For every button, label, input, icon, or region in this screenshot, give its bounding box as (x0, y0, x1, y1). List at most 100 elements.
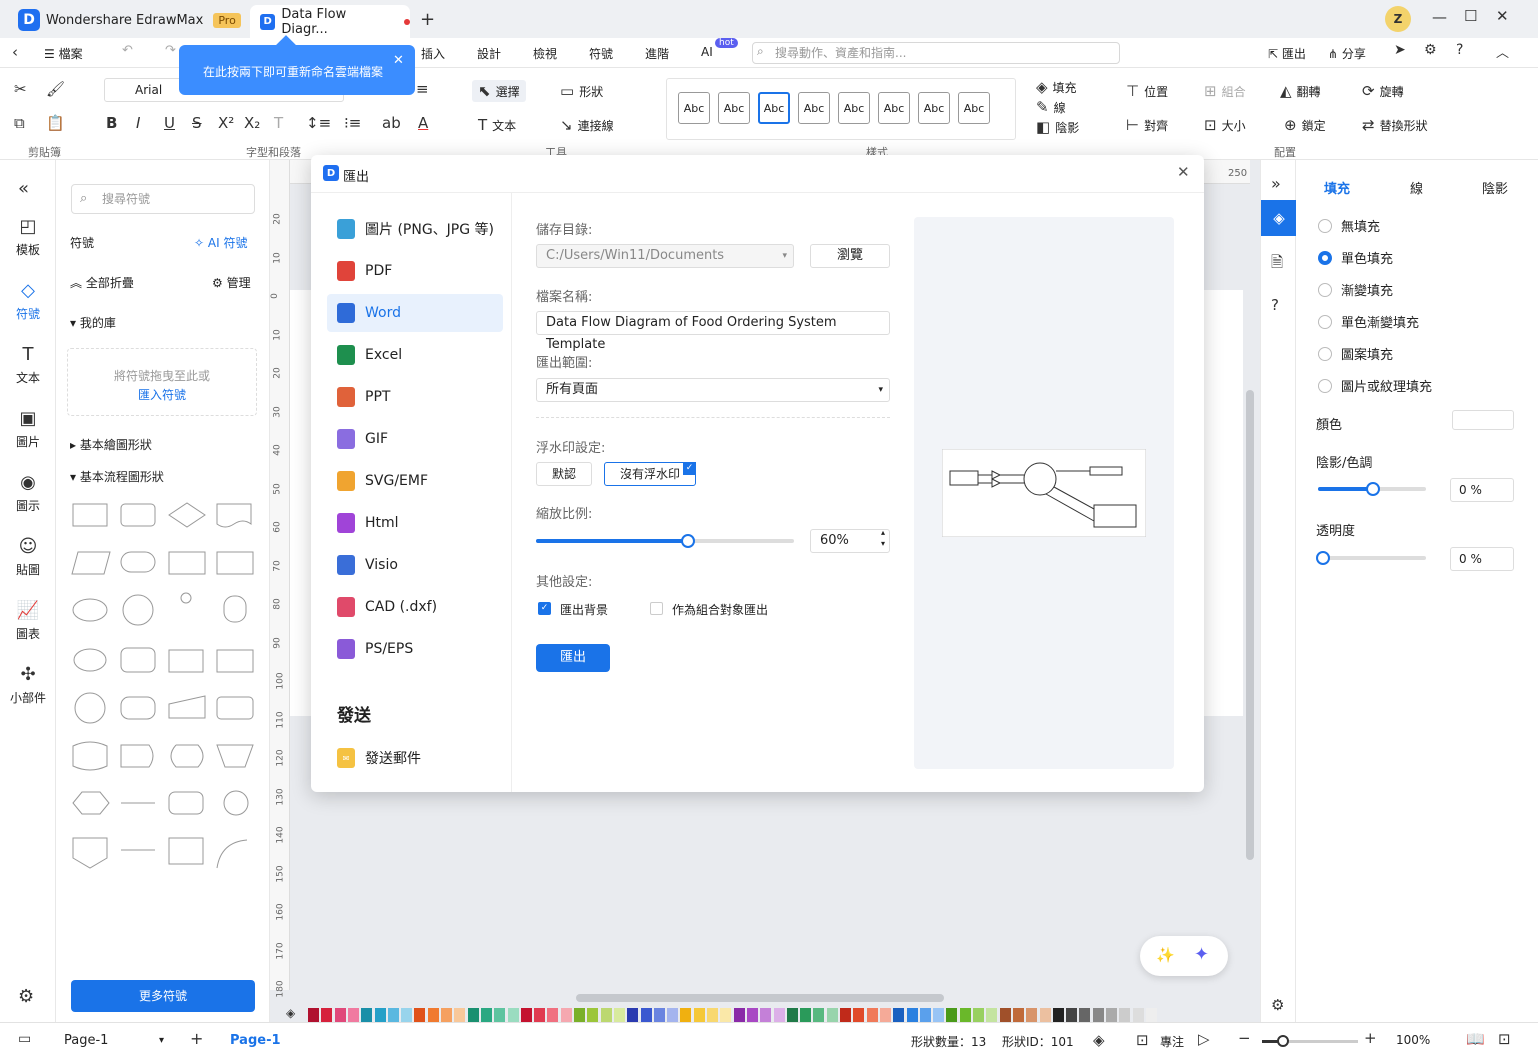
palette-swatch[interactable] (1106, 1008, 1117, 1022)
symbol-search-input[interactable]: 搜尋符號 (71, 184, 255, 214)
palette-swatch[interactable] (853, 1008, 865, 1022)
redo-icon[interactable]: ↷ (165, 43, 176, 58)
fill-option-radio[interactable] (1318, 219, 1332, 233)
tab-line[interactable]: 線 (1410, 178, 1423, 197)
transparency-slider-track[interactable] (1318, 556, 1426, 560)
style-swatch[interactable]: Abc (838, 92, 870, 124)
export-button[interactable]: 匯出 (536, 644, 610, 672)
format-item[interactable]: PPT (327, 378, 503, 416)
fill-option-label[interactable]: 漸變填充 (1341, 280, 1393, 299)
style-swatch[interactable]: Abc (718, 92, 750, 124)
palette-swatch[interactable] (347, 1008, 359, 1022)
fill-option-radio[interactable] (1318, 347, 1332, 361)
palette-swatch[interactable] (401, 1008, 413, 1022)
palette-swatch[interactable] (574, 1008, 585, 1022)
format-item[interactable]: SVG/EMF (327, 462, 503, 500)
palette-swatch[interactable] (786, 1008, 798, 1022)
superscript-icon[interactable]: X² (218, 114, 234, 132)
maximize-icon[interactable]: ☐ (1464, 7, 1477, 25)
palette-swatch[interactable] (454, 1008, 466, 1022)
palette-swatch[interactable] (600, 1008, 612, 1022)
format-item[interactable]: Excel (327, 336, 503, 374)
text-style-icon[interactable]: ab (382, 114, 401, 132)
format-item[interactable]: CAD (.dxf) (327, 588, 503, 626)
fit-page-icon[interactable]: ⊡ (1498, 1030, 1511, 1048)
close-window-icon[interactable]: ✕ (1496, 7, 1509, 25)
palette-swatch[interactable] (627, 1008, 639, 1022)
line-button[interactable]: ✎ 線 (1036, 98, 1066, 116)
palette-swatch[interactable] (813, 1008, 825, 1022)
align-text-icon[interactable]: ≡ (416, 80, 429, 98)
watermark-default-button[interactable]: 默認 (536, 462, 592, 486)
palette-swatch[interactable] (1052, 1008, 1064, 1022)
lock-button[interactable]: ⊕ 鎖定 (1284, 116, 1326, 134)
select-tool-button[interactable]: ⬉ 選擇 (472, 80, 526, 102)
export-background-checkbox[interactable]: ✓ (538, 602, 551, 615)
palette-swatch[interactable] (680, 1008, 692, 1022)
palette-swatch[interactable] (1092, 1008, 1104, 1022)
page-properties-icon[interactable]: 🗎 (1271, 252, 1283, 277)
fill-option-radio[interactable] (1318, 251, 1332, 265)
palette-swatch[interactable] (560, 1008, 572, 1022)
library-drop-zone[interactable]: 將符號拖曳至此或 匯入符號 (67, 348, 257, 416)
ai-sparkle-icon[interactable]: ✦ (1194, 944, 1209, 965)
shape-tool-button[interactable]: ▭ 形狀 (560, 82, 603, 100)
settings-gear-icon[interactable]: ⚙ (1424, 42, 1437, 58)
file-menu[interactable]: ☰ 檔案 (44, 45, 83, 62)
scale-value-input[interactable]: 60% ▴ ▾ (810, 528, 890, 553)
focus-label[interactable]: 專注 (1160, 1033, 1184, 1050)
menu-advanced[interactable]: 進階 (645, 45, 669, 62)
book-view-icon[interactable]: 📖 (1466, 1030, 1485, 1048)
save-dir-input[interactable]: C:/Users/Win11/Documents ▾ (536, 244, 794, 268)
palette-swatch[interactable] (387, 1008, 399, 1022)
group-button[interactable]: ⊞ 組合 (1204, 82, 1246, 100)
palette-swatch[interactable] (441, 1008, 452, 1022)
style-swatch[interactable]: Abc (798, 92, 830, 124)
import-symbol-link[interactable]: 匯入符號 (68, 386, 256, 403)
app-tab[interactable]: D Wondershare EdrawMax Pro (18, 9, 241, 31)
palette-swatch[interactable] (1145, 1008, 1157, 1022)
flip-button[interactable]: ◭ 翻轉 (1280, 82, 1321, 100)
palette-swatch[interactable] (520, 1008, 532, 1022)
palette-swatch[interactable] (1026, 1008, 1038, 1022)
palette-swatch[interactable] (534, 1008, 546, 1022)
strikethrough-icon[interactable]: S (192, 114, 202, 132)
collapse-panel-icon[interactable]: « (18, 178, 29, 199)
replace-shape-button[interactable]: ⇄ 替換形狀 (1362, 116, 1428, 134)
copy-icon[interactable]: ⧉ (14, 114, 25, 132)
command-search-input[interactable]: 搜尋動作、資產和指南... (752, 42, 1120, 64)
shadow-button[interactable]: ◧ 陰影 (1036, 118, 1079, 136)
browse-button[interactable]: 瀏覽 (810, 244, 890, 268)
style-swatch[interactable]: Abc (918, 92, 950, 124)
palette-swatch[interactable] (547, 1008, 559, 1022)
bold-icon[interactable]: B (106, 114, 117, 132)
horizontal-scrollbar[interactable] (576, 994, 944, 1002)
fill-bucket-icon[interactable]: ◈ (286, 1006, 295, 1020)
subscript-icon[interactable]: X₂ (244, 114, 260, 132)
collapse-ribbon-icon[interactable]: ︿ (1496, 42, 1509, 61)
ai-symbol-button[interactable]: ✧ AI 符號 (194, 234, 247, 251)
palette-swatch[interactable] (879, 1008, 891, 1022)
rotate-button[interactable]: ⟳ 旋轉 (1362, 82, 1404, 100)
fill-option-label[interactable]: 無填充 (1341, 216, 1380, 235)
menu-design[interactable]: 設計 (477, 45, 501, 62)
collapse-all-button[interactable]: ︽ 全部折疊 (70, 274, 134, 291)
palette-swatch[interactable] (308, 1008, 319, 1022)
palette-swatch[interactable] (414, 1008, 426, 1022)
shade-value-input[interactable]: 0 % (1450, 478, 1514, 502)
palette-swatch[interactable] (667, 1008, 679, 1022)
menu-symbol[interactable]: 符號 (589, 45, 613, 62)
palette-swatch[interactable] (693, 1008, 705, 1022)
sidebar-item-symbol[interactable]: ◇ 符號 (0, 280, 56, 322)
format-item[interactable]: Visio (327, 546, 503, 584)
palette-swatch[interactable] (893, 1008, 905, 1022)
palette-swatch[interactable] (866, 1008, 878, 1022)
page-select[interactable]: Page-1 ▾ (56, 1029, 168, 1053)
position-button[interactable]: ⊤ 位置 (1126, 82, 1168, 100)
minimize-icon[interactable]: — (1432, 8, 1447, 26)
fill-option-label[interactable]: 單色填充 (1341, 248, 1393, 267)
palette-swatch[interactable] (480, 1008, 492, 1022)
zoom-slider-handle[interactable] (1277, 1035, 1289, 1047)
palette-swatch[interactable] (1079, 1008, 1091, 1022)
palette-swatch[interactable] (321, 1008, 333, 1022)
